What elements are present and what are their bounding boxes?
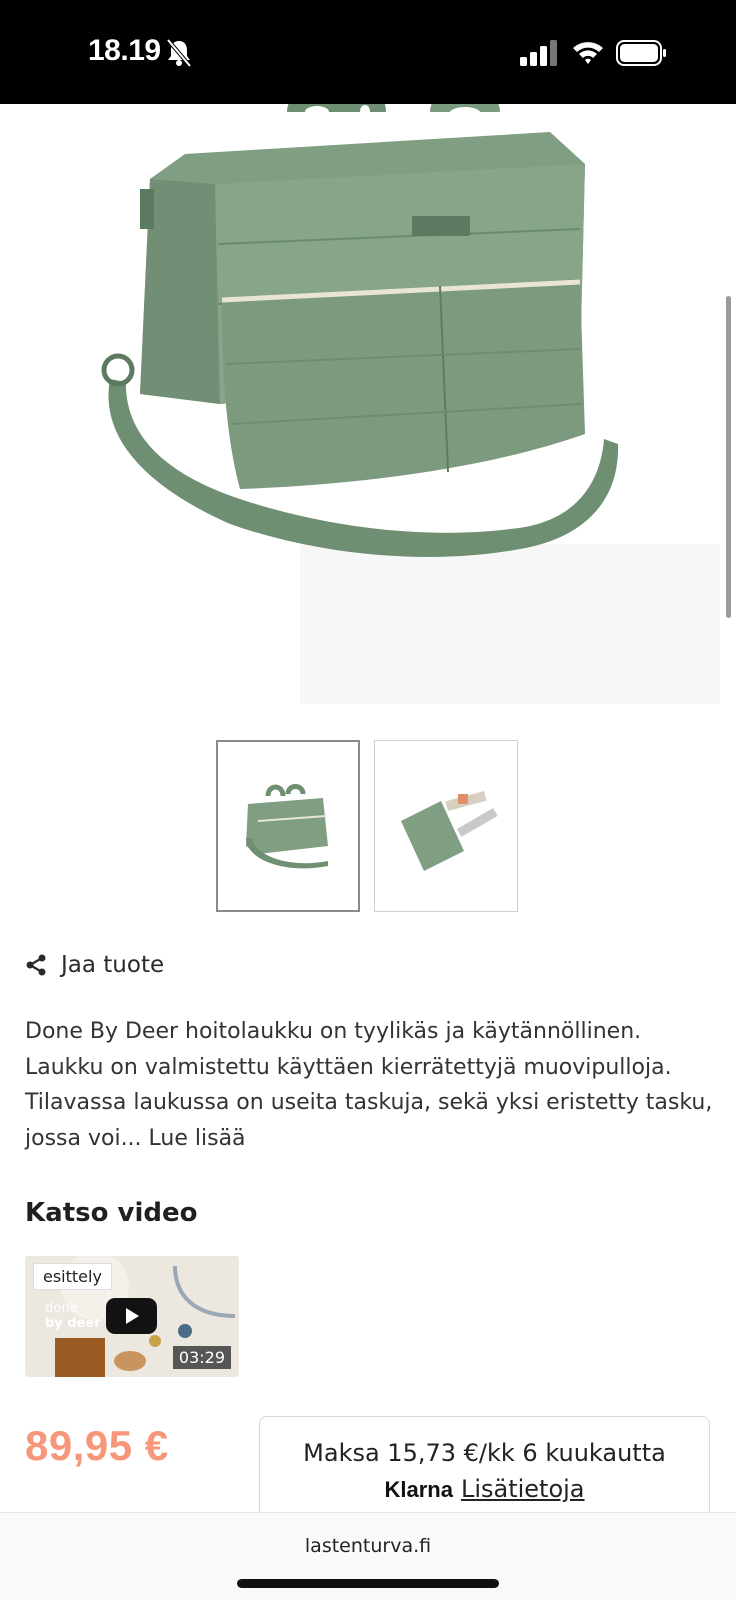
signal-icon (520, 40, 557, 66)
home-indicator[interactable] (237, 1579, 499, 1588)
changing-mat-thumb (401, 790, 498, 871)
share-product[interactable]: Jaa tuote (25, 952, 164, 978)
share-icon (26, 954, 46, 976)
status-time: 18.19 (88, 34, 161, 67)
video-brand-text-2: by deer (45, 1316, 101, 1331)
product-price: 89,95 € (25, 1422, 169, 1469)
klarna-logo: Klarna (384, 1477, 453, 1502)
product-image[interactable] (0, 104, 736, 704)
klarna-row: Klarna Lisätietoja (260, 1475, 709, 1503)
product-description: Done By Deer hoitolaukku on tyylikäs ja … (25, 1014, 715, 1156)
image-thumbnails (216, 740, 518, 912)
klarna-box: Maksa 15,73 €/kk 6 kuukautta Klarna Lisä… (259, 1416, 710, 1526)
thumbnail-2[interactable] (374, 740, 518, 912)
share-label: Jaa tuote (61, 952, 165, 978)
wifi-icon (573, 42, 603, 64)
status-bar: 18.19 (0, 0, 736, 104)
thumbnail-1[interactable] (216, 740, 360, 912)
video-brand-text-1: done (45, 1301, 78, 1316)
read-more-link[interactable]: Lue lisää (149, 1126, 246, 1151)
video-tag: esittely (33, 1263, 112, 1290)
klarna-installment-text: Maksa 15,73 €/kk 6 kuukautta (303, 1439, 666, 1467)
battery-icon (616, 40, 666, 66)
browser-bottom-bar: lastenturva.fi (0, 1512, 736, 1600)
klarna-more-info-link[interactable]: Lisätietoja (461, 1475, 585, 1503)
description-text: Done By Deer hoitolaukku on tyylikäs ja … (25, 1019, 713, 1151)
play-icon (126, 1308, 139, 1324)
scrollbar[interactable] (726, 296, 731, 618)
diaper-bag-thumb (246, 784, 328, 869)
video-thumbnail[interactable]: done by deer esittely 03:29 (25, 1256, 239, 1377)
diaper-bag-image (101, 104, 720, 704)
video-section-title: Katso video (25, 1198, 198, 1228)
play-button[interactable] (106, 1298, 157, 1334)
video-duration: 03:29 (172, 1346, 231, 1369)
address-bar-domain[interactable]: lastenturva.fi (0, 1535, 736, 1557)
bell-muted-icon (166, 38, 192, 68)
